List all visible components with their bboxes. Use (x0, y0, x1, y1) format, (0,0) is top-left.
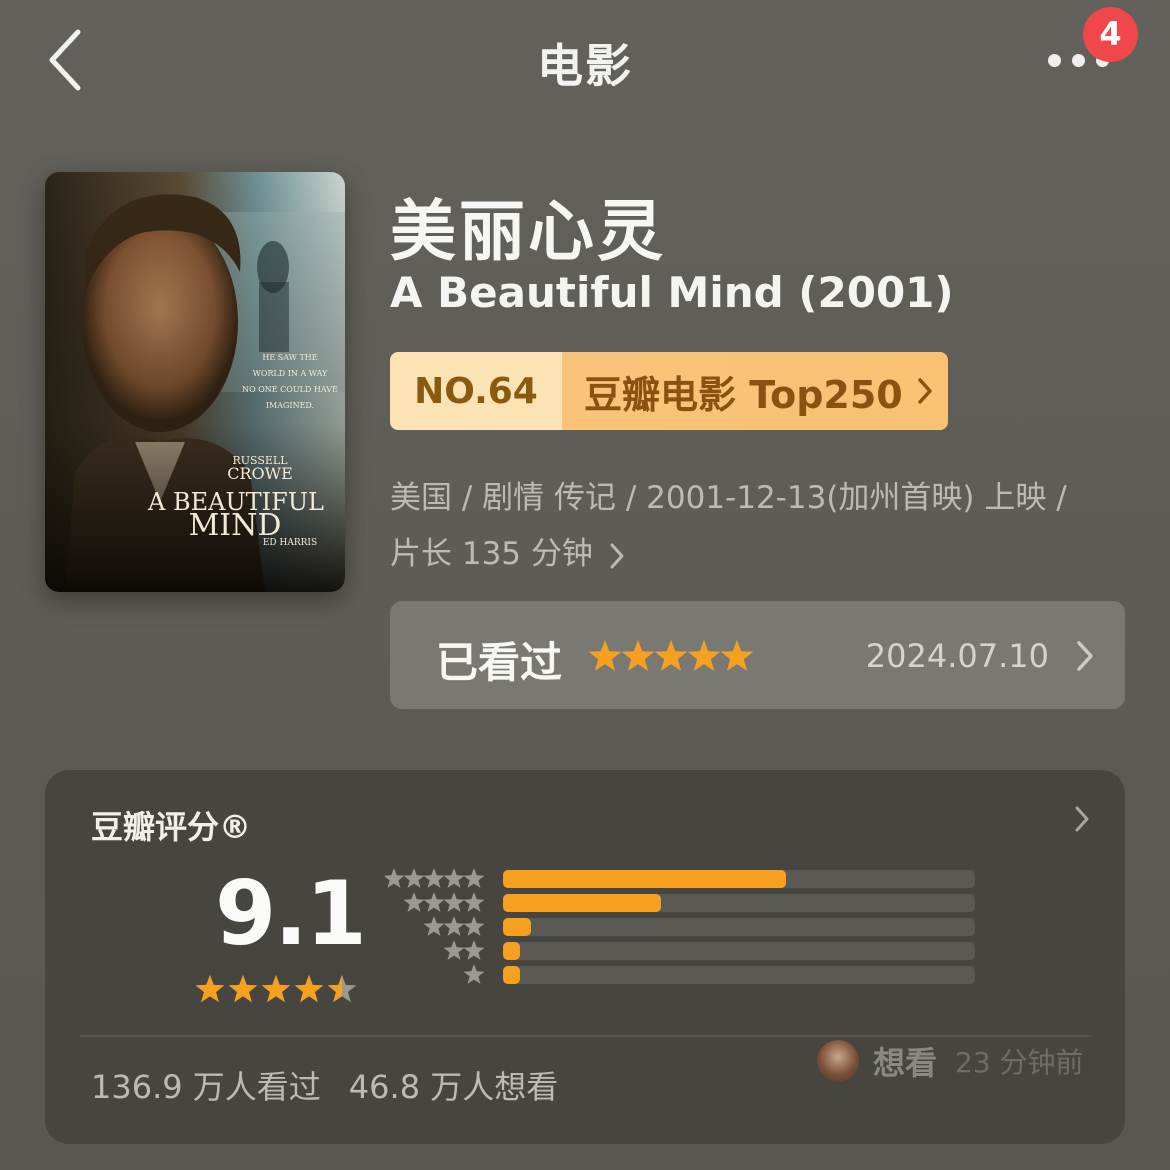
more-dots-icon-2 (1072, 54, 1085, 67)
meta-line-2: 片长 135 分钟 (390, 536, 593, 572)
star-icon-filled (687, 640, 721, 671)
movie-meta[interactable]: 美国 / 剧情 传记 / 2001-12-13(加州首映) 上映 / 片长 13… (390, 470, 1130, 582)
meta-line-2-row: 片长 135 分钟 (390, 526, 1130, 582)
star-icon (463, 940, 485, 960)
star-icon-filled (621, 640, 655, 671)
star-icon (403, 892, 425, 912)
wish-count: 46.8 万人想看 (348, 1068, 559, 1106)
watched-label: 已看过 (436, 638, 563, 687)
watched-date: 2024.07.10 (865, 637, 1049, 675)
poster-tagline-line: WORLD IN A WAY (252, 369, 328, 378)
distribution-bar-track-2 (503, 942, 975, 960)
poster-tagline-line: HE SAW THE (262, 353, 318, 362)
poster-tagline-line: IMAGINED. (265, 401, 315, 410)
poster-tagline-line: NO ONE COULD HAVE (242, 385, 338, 394)
chevron-right-icon (1077, 641, 1093, 671)
friend-time: 23 分钟前 (955, 1046, 1084, 1079)
distribution-bar-track-1 (503, 966, 975, 984)
star-icon (463, 892, 485, 912)
star-icon-filled (294, 975, 324, 1003)
star-icon-filled (261, 975, 291, 1003)
top250-rank-badge[interactable]: NO.64 豆瓣电影 Top250 (390, 352, 948, 430)
distribution-bar-fill-4 (503, 894, 662, 912)
star-icon (423, 868, 445, 888)
rank-number: NO.64 (390, 352, 562, 430)
avatar (817, 1040, 859, 1082)
star-icon (443, 868, 465, 888)
distribution-stars-3 (423, 916, 485, 936)
star-icon (423, 916, 445, 936)
poster-tagline: HE SAW THE WORLD IN A WAY NO ONE COULD H… (235, 350, 345, 414)
divider (80, 1035, 1092, 1037)
rating-score: 9.1 (215, 862, 367, 965)
movie-title-en: A Beautiful Mind (2001) (390, 268, 954, 317)
chevron-right-icon (610, 543, 624, 568)
rating-title: 豆瓣评分® (91, 808, 252, 846)
friend-action: 想看 (873, 1044, 938, 1082)
distribution-stars-2 (443, 940, 485, 960)
star-icon (443, 916, 465, 936)
distribution-bar-track-3 (503, 918, 975, 936)
movie-title-cn: 美丽心灵 (390, 193, 666, 270)
poster-costar: ED HARRIS (262, 538, 318, 548)
star-icon-filled (228, 975, 258, 1003)
star-icon (443, 892, 465, 912)
watched-count: 136.9 万人看过 (91, 1068, 321, 1106)
more-dots-icon (1048, 54, 1061, 67)
rank-list-name: 豆瓣电影 Top250 (584, 372, 903, 417)
douban-rating-card[interactable]: 豆瓣评分® 9.1 136.9 万人看过 46.8 万人想看 想看 23 分钟前 (45, 770, 1125, 1144)
star-icon (463, 868, 485, 888)
star-icon-filled (588, 640, 622, 671)
watched-star-rating (588, 640, 754, 671)
distribution-bar-track-5 (503, 870, 975, 888)
distribution-stars-4 (403, 892, 485, 912)
rank-list-link: 豆瓣电影 Top250 (562, 352, 948, 430)
distribution-bar-fill-1 (503, 966, 520, 984)
poster-actor-last: CROWE (227, 464, 293, 483)
star-icon (463, 964, 485, 984)
distribution-stars-1 (463, 964, 485, 984)
star-icon-filled (195, 975, 225, 1003)
star-icon-filled (720, 640, 754, 671)
chevron-right-icon[interactable] (1073, 804, 1091, 834)
star-icon (423, 892, 445, 912)
score-star-rating (195, 975, 357, 1003)
star-icon (403, 868, 425, 888)
star-icon (463, 916, 485, 936)
chevron-right-icon (917, 378, 932, 404)
star-icon-filled (654, 640, 688, 671)
distribution-bar-fill-3 (503, 918, 532, 936)
rating-counts: 136.9 万人看过 46.8 万人想看 (91, 1062, 586, 1108)
friend-activity[interactable]: 想看 23 分钟前 (817, 1038, 1084, 1084)
movie-poster[interactable]: HE SAW THE WORLD IN A WAY NO ONE COULD H… (45, 172, 345, 592)
distribution-bar-track-4 (503, 894, 975, 912)
page-title: 电影 (537, 39, 633, 93)
notification-badge: 4 (1083, 7, 1138, 62)
distribution-bar-fill-5 (503, 870, 787, 888)
meta-line-1: 美国 / 剧情 传记 / 2001-12-13(加州首映) 上映 / (390, 480, 1067, 516)
star-icon (443, 940, 465, 960)
distribution-stars-5 (385, 868, 485, 888)
star-icon (385, 868, 405, 888)
watched-status-bar[interactable]: 已看过 2024.07.10 (390, 601, 1125, 709)
distribution-bar-fill-2 (503, 942, 520, 960)
